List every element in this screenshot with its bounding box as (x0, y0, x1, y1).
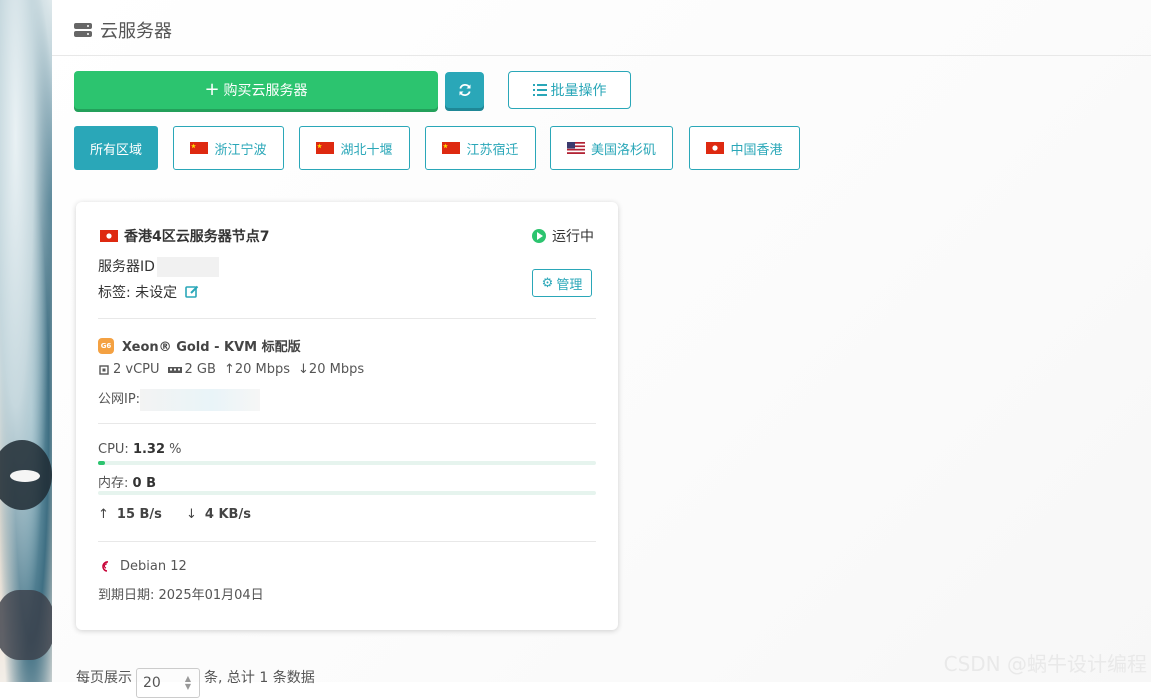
ram-spec: 2 GB (167, 362, 216, 377)
page-title: 云服务器 (100, 21, 172, 42)
spec-list: 2 vCPU 2 GB ↑ 20 Mbps ↓ 20 Mbps (98, 362, 364, 377)
cpu-usage-label: CPU: (98, 442, 129, 457)
cpu-spec: 2 vCPU (98, 362, 160, 377)
download-bandwidth-text: 20 Mbps (308, 362, 365, 377)
hongkong-flag-icon (100, 230, 118, 242)
play-circle-icon (532, 229, 546, 243)
g6-badge-icon: G6 (98, 337, 114, 354)
server-id-redacted (156, 257, 219, 277)
hongkong-flag-icon (706, 142, 725, 154)
per-page-label: 每页展示 (76, 670, 132, 686)
os-name: Debian 12 (120, 558, 187, 574)
buy-server-button[interactable]: + 购买云服务器 (74, 71, 438, 109)
memory-usage-bar (98, 491, 596, 495)
expire-date: 到期日期: 2025年01月04日 (98, 588, 264, 603)
page-size-select[interactable]: 20 ▲ ▼ (136, 668, 200, 698)
debian-icon (102, 561, 109, 572)
network-upload: ↑ 15 B/s (98, 507, 162, 522)
edit-icon[interactable] (185, 285, 199, 299)
region-tab-shiyan[interactable]: 湖北十堰 (299, 126, 410, 170)
watermark: CSDN @蜗牛设计编程 (943, 652, 1147, 676)
china-flag-icon (316, 142, 335, 154)
upload-bandwidth-text: 20 Mbps (234, 362, 291, 377)
arrow-down-icon: ↓ (298, 362, 309, 377)
server-id: 服务器ID (98, 256, 219, 277)
cpu-usage: CPU: 1.32 % (98, 442, 182, 457)
arrow-up-icon: ↑ (223, 362, 235, 377)
region-tab-hongkong[interactable]: 中国香港 (689, 126, 800, 170)
memory-usage: 内存: 0 B (98, 472, 156, 491)
decor-shape (0, 590, 52, 660)
memory-usage-label: 内存: (98, 476, 129, 491)
server-card[interactable]: 香港4区云服务器节点7 运行中 服务器ID 标签: 未设定 ⚙ 管理 G6 Xe… (76, 202, 618, 630)
region-tab-los-angeles[interactable]: 美国洛杉矶 (550, 126, 673, 170)
network-upload-value: 15 B/s (116, 507, 162, 522)
plus-icon: + (204, 79, 220, 100)
china-flag-icon (442, 142, 461, 154)
region-tab-suqian[interactable]: 江苏宿迁 (425, 126, 536, 170)
tag-text: 标签: 未设定 (98, 285, 178, 301)
memory-usage-value: 0 B (132, 476, 157, 491)
cpu-usage-bar (98, 461, 596, 465)
manage-label: 管理 (556, 277, 583, 293)
region-tab-ningbo[interactable]: 浙江宁波 (173, 126, 284, 170)
page-size-value: 20 (143, 675, 161, 691)
region-tab-all[interactable]: 所有区域 (74, 126, 158, 170)
refresh-icon (458, 83, 471, 97)
cpu-icon (99, 364, 109, 375)
region-label: 浙江宁波 (214, 142, 267, 158)
buy-server-label: 购买云服务器 (223, 83, 308, 99)
divider (98, 423, 596, 424)
list-icon (532, 84, 547, 96)
arrow-down-icon: ↓ (186, 507, 197, 522)
refresh-button[interactable] (445, 72, 484, 108)
pager-summary: 条, 总计 1 条数据 (204, 670, 315, 686)
network-download: ↓ 4 KB/s (186, 507, 251, 522)
server-name: 香港4区云服务器节点7 (100, 226, 269, 246)
background-decoration (0, 0, 52, 682)
cpu-spec-text: 2 vCPU (113, 362, 160, 377)
region-label: 江苏宿迁 (466, 142, 519, 158)
operating-system: Debian 12 (98, 558, 187, 574)
spec-title: G6 Xeon® Gold - KVM 标配版 (98, 336, 301, 355)
gear-icon: ⚙ (541, 275, 554, 291)
us-flag-icon (566, 142, 585, 154)
divider (98, 318, 596, 319)
region-label: 美国洛杉矶 (590, 142, 656, 158)
server-id-label: 服务器ID (98, 259, 155, 275)
status-text: 运行中 (552, 229, 594, 245)
cpu-usage-value: 1.32 (132, 442, 166, 457)
memory-icon (167, 366, 182, 373)
public-ip-redacted (140, 388, 261, 411)
batch-operation-label: 批量操作 (550, 83, 607, 99)
server-name-text: 香港4区云服务器节点7 (124, 229, 270, 245)
divider (98, 541, 596, 542)
region-label: 湖北十堰 (340, 142, 393, 158)
spinner-icon: ▲ ▼ (184, 674, 191, 691)
page-header: 云服务器 (74, 16, 172, 44)
header-divider (52, 55, 1151, 56)
batch-operation-button[interactable]: 批量操作 (508, 71, 631, 109)
upload-bandwidth: ↑ 20 Mbps (224, 362, 290, 377)
pagination: 每页展示 20 ▲ ▼ 条, 总计 1 条数据 (76, 662, 315, 698)
china-flag-icon (190, 142, 209, 154)
spec-title-text: Xeon® Gold - KVM 标配版 (122, 340, 301, 355)
server-icon (74, 23, 92, 37)
main-content: 云服务器 + 购买云服务器 批量操作 所有区域 浙江宁波 湖北十堰 江苏宿迁 美… (52, 0, 1151, 698)
ram-spec-text: 2 GB (184, 362, 216, 377)
public-ip: 公网IP: (98, 388, 261, 411)
decor-shape (10, 470, 40, 482)
region-label: 中国香港 (730, 142, 783, 158)
status-badge: 运行中 (532, 226, 594, 246)
cpu-usage-bar-fill (98, 461, 105, 465)
download-bandwidth: ↓ 20 Mbps (298, 362, 364, 377)
arrow-up-icon: ↑ (98, 507, 109, 522)
network-download-value: 4 KB/s (204, 507, 251, 522)
cpu-usage-unit: % (169, 442, 182, 457)
region-label: 所有区域 (89, 142, 142, 158)
manage-button[interactable]: ⚙ 管理 (532, 269, 592, 297)
public-ip-label: 公网IP: (98, 392, 141, 407)
server-tag: 标签: 未设定 (98, 282, 199, 302)
